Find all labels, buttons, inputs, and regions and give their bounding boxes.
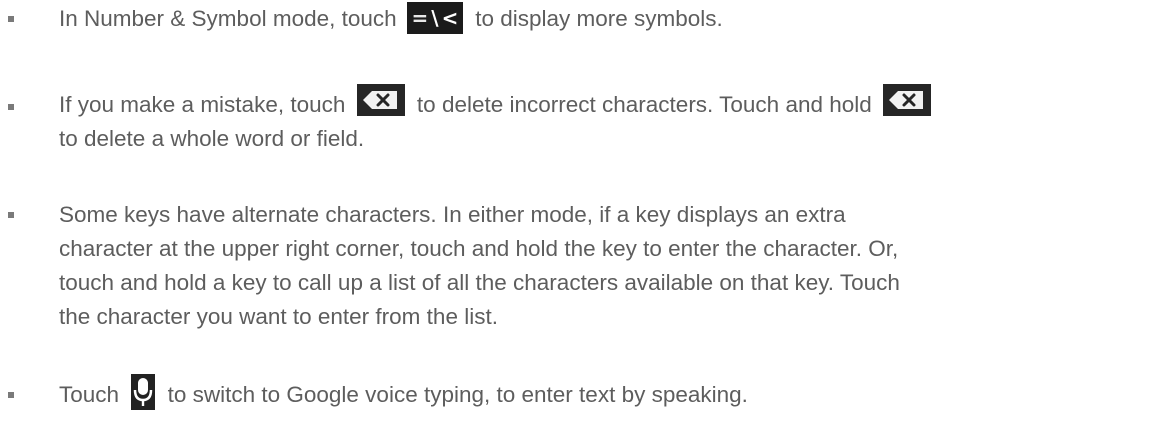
backslash-glyph: \: [431, 6, 439, 31]
text-line: character at the upper right corner, tou…: [59, 236, 899, 261]
list-item-text: Touch to switch to Google voice typing, …: [59, 374, 1159, 414]
list-item-text: If you make a mistake, touch to delete i…: [59, 84, 1159, 156]
bullet-marker: [8, 212, 14, 218]
less-than-glyph: <: [441, 6, 459, 31]
bullet-marker: [8, 16, 14, 22]
bullet-marker: [8, 392, 14, 398]
text-segment: In Number & Symbol mode, touch: [59, 6, 397, 31]
text-segment: Touch: [59, 382, 120, 407]
text-segment: to display more symbols.: [475, 6, 723, 31]
delete-key-icon: [356, 84, 405, 117]
microphone-icon: [131, 374, 156, 411]
list-item-text: Some keys have alternate characters. In …: [59, 198, 1159, 334]
symbols-key-icon: = \ <: [406, 2, 463, 35]
delete-key-icon: [883, 84, 932, 117]
text-segment: to delete incorrect characters. Touch an…: [416, 92, 872, 117]
list-item-text: In Number & Symbol mode, touch = \ < to …: [59, 2, 1159, 36]
text-line: Some keys have alternate characters. In …: [59, 202, 846, 227]
text-line: touch and hold a key to call up a list o…: [59, 270, 900, 295]
equals-glyph: =: [411, 6, 429, 31]
bullet-marker: [8, 104, 14, 110]
text-segment: to delete a whole word or field.: [59, 126, 365, 152]
text-segment: If you make a mistake, touch: [59, 92, 346, 117]
text-line: the character you want to enter from the…: [59, 304, 498, 329]
text-segment: to switch to Google voice typing, to ent…: [167, 382, 748, 407]
